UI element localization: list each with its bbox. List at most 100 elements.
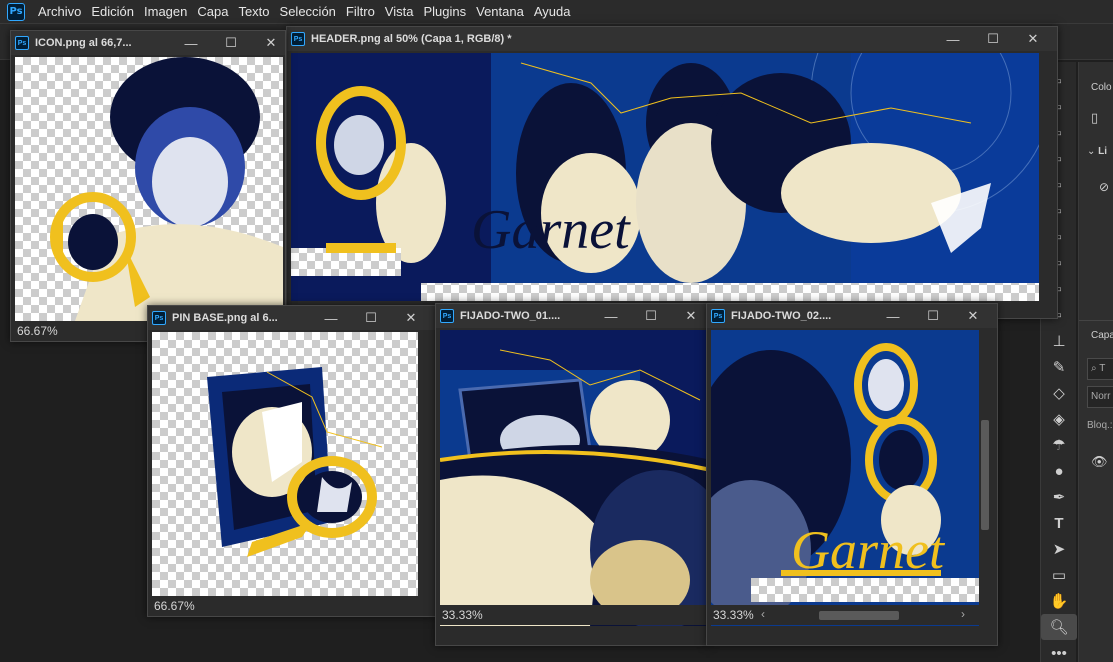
pin-base-document-window[interactable]: Ps PIN BASE.png al 6... — ☐ ✕ 66.67%: [147, 305, 436, 617]
fijado-one-window-controls: — ☐ ✕: [591, 304, 709, 328]
header-document-window[interactable]: Ps HEADER.png al 50% (Capa 1, RGB/8) * —…: [286, 26, 1058, 319]
header-window-title: HEADER.png al 50% (Capa 1, RGB/8) *: [311, 33, 512, 45]
icon-artwork: [50, 57, 283, 321]
photoshop-document-icon: Ps: [152, 311, 166, 325]
maximize-icon[interactable]: ☐: [211, 35, 251, 51]
close-icon[interactable]: ✕: [953, 308, 993, 324]
menu-imagen[interactable]: Imagen: [139, 0, 192, 24]
scroll-right-icon[interactable]: ›: [961, 607, 965, 621]
close-icon[interactable]: ✕: [251, 35, 285, 51]
fijado-two-document-window[interactable]: Ps FIJADO-TWO_02.... — ☐ ✕ Garnet 33.33%…: [706, 303, 998, 646]
fijado-one-canvas[interactable]: [440, 330, 709, 626]
header-artwork: Garnet: [291, 53, 1039, 301]
fijado-one-zoom-status: 33.33%: [436, 605, 709, 625]
close-icon[interactable]: ✕: [1013, 31, 1053, 47]
maximize-icon[interactable]: ☐: [351, 310, 391, 326]
icon-window-controls: — ☐ ✕: [171, 31, 285, 55]
menu-plugins[interactable]: Plugins: [418, 0, 471, 24]
fijado-two-window-title: FIJADO-TWO_02....: [731, 310, 832, 322]
menu-vista[interactable]: Vista: [380, 0, 419, 24]
menu-edicion[interactable]: Edición: [86, 0, 139, 24]
fijado-two-zoom-status: 33.33%: [713, 608, 754, 622]
menu-filtro[interactable]: Filtro: [341, 0, 380, 24]
menu-capa[interactable]: Capa: [192, 0, 233, 24]
menu-seleccion[interactable]: Selección: [275, 0, 341, 24]
minimize-icon[interactable]: —: [171, 36, 211, 51]
fijado-two-vertical-scrollbar[interactable]: [979, 330, 991, 626]
hand-tool-icon[interactable]: ✋: [1041, 588, 1077, 614]
menu-bar: Ps Archivo Edición Imagen Capa Texto Sel…: [0, 0, 1113, 24]
smudge-tool-icon[interactable]: ☂: [1041, 432, 1077, 458]
photoshop-document-icon: Ps: [440, 309, 454, 323]
photoshop-logo-icon[interactable]: Ps: [7, 2, 25, 21]
pin-window-controls: — ☐ ✕: [311, 306, 431, 330]
path-selection-tool-icon[interactable]: ➤: [1041, 536, 1077, 562]
maximize-icon[interactable]: ☐: [913, 308, 953, 324]
pin-zoom-status: 66.67%: [148, 596, 435, 616]
fijado-one-artwork: [440, 330, 709, 626]
horizontal-scroll-thumb[interactable]: [819, 611, 899, 620]
pin-window-title: PIN BASE.png al 6...: [172, 312, 278, 324]
dodge-tool-icon[interactable]: ●: [1041, 458, 1077, 484]
pen-tool-icon[interactable]: ✒: [1041, 484, 1077, 510]
layer-visibility-eye-icon[interactable]: 👁︎: [1091, 454, 1108, 470]
menu-archivo[interactable]: Archivo: [33, 0, 86, 24]
right-panels: Colo ▯ ⌄ Li ⊘ Capa ⌕ T Norr Bloq.: 👁︎: [1078, 62, 1113, 662]
close-icon[interactable]: ✕: [671, 308, 709, 324]
minimize-icon[interactable]: —: [311, 311, 351, 326]
history-brush-tool-icon[interactable]: ✎: [1041, 354, 1077, 380]
fijado-one-titlebar[interactable]: Ps FIJADO-TWO_01.... — ☐ ✕: [436, 304, 709, 328]
layer-search-input[interactable]: ⌕ T: [1087, 358, 1113, 380]
vertical-scroll-thumb[interactable]: [981, 420, 989, 530]
fijado-two-garnet-text: Garnet: [791, 520, 946, 580]
icon-titlebar[interactable]: Ps ICON.png al 66,7... — ☐ ✕: [11, 31, 285, 55]
fijado-one-window-title: FIJADO-TWO_01....: [460, 310, 561, 322]
layers-panel-tab[interactable]: Capa: [1091, 330, 1113, 341]
header-canvas[interactable]: Garnet: [291, 53, 1039, 301]
color-panel-tab[interactable]: Colo: [1091, 82, 1112, 93]
fijado-two-window-controls: — ☐ ✕: [873, 304, 993, 328]
document-icon[interactable]: ▯: [1091, 110, 1098, 126]
fijado-two-titlebar[interactable]: Ps FIJADO-TWO_02.... — ☐ ✕: [707, 304, 997, 328]
photoshop-document-icon: Ps: [711, 309, 725, 323]
minimize-icon[interactable]: —: [873, 309, 913, 324]
maximize-icon[interactable]: ☐: [973, 31, 1013, 47]
icon-document-window[interactable]: Ps ICON.png al 66,7... — ☐ ✕ 66.67%: [10, 30, 286, 342]
icon-canvas[interactable]: [15, 57, 283, 321]
eraser-tool-icon[interactable]: ◇: [1041, 380, 1077, 406]
fijado-one-document-window[interactable]: Ps FIJADO-TWO_01.... — ☐ ✕ 33.33%: [435, 303, 710, 646]
blend-mode-select[interactable]: Norr: [1087, 386, 1113, 408]
pin-canvas[interactable]: [152, 332, 418, 598]
search-icon: ⌕: [1091, 363, 1100, 374]
header-garnet-text: Garnet: [471, 199, 631, 261]
minimize-icon[interactable]: —: [591, 309, 631, 324]
scroll-left-icon[interactable]: ‹: [761, 607, 765, 621]
chevron-down-icon: ⌄: [1087, 146, 1099, 157]
close-icon[interactable]: ✕: [391, 310, 431, 326]
pin-titlebar[interactable]: Ps PIN BASE.png al 6... — ☐ ✕: [148, 306, 435, 330]
maximize-icon[interactable]: ☐: [631, 308, 671, 324]
libraries-label: Li: [1098, 146, 1108, 157]
header-vertical-scrollbar[interactable]: [1043, 53, 1057, 301]
photoshop-document-icon: Ps: [15, 36, 29, 50]
menu-ayuda[interactable]: Ayuda: [529, 0, 576, 24]
more-tools-icon[interactable]: •••: [1041, 640, 1077, 662]
fijado-two-status-bar: 33.33% ‹ ›: [707, 605, 997, 625]
icon-window-title: ICON.png al 66,7...: [35, 37, 132, 49]
paint-bucket-tool-icon[interactable]: ◈: [1041, 406, 1077, 432]
libraries-panel-tab[interactable]: ⌄ Li: [1087, 146, 1107, 157]
link-icon[interactable]: ⊘: [1099, 180, 1109, 194]
zoom-tool-icon[interactable]: 🔍︎: [1041, 614, 1077, 640]
fijado-two-canvas[interactable]: Garnet: [711, 330, 979, 626]
layer-search-value: T: [1099, 363, 1106, 374]
menu-ventana[interactable]: Ventana: [471, 0, 529, 24]
header-titlebar[interactable]: Ps HEADER.png al 50% (Capa 1, RGB/8) * —…: [287, 27, 1057, 51]
type-tool-icon[interactable]: T: [1041, 510, 1077, 536]
stamp-tool-icon[interactable]: ⊥: [1041, 328, 1077, 354]
fijado-two-artwork: Garnet: [711, 330, 979, 626]
menu-texto[interactable]: Texto: [233, 0, 274, 24]
minimize-icon[interactable]: —: [933, 32, 973, 47]
header-window-controls: — ☐ ✕: [933, 27, 1053, 51]
pin-artwork: [207, 367, 383, 557]
rectangle-tool-icon[interactable]: ▭: [1041, 562, 1077, 588]
